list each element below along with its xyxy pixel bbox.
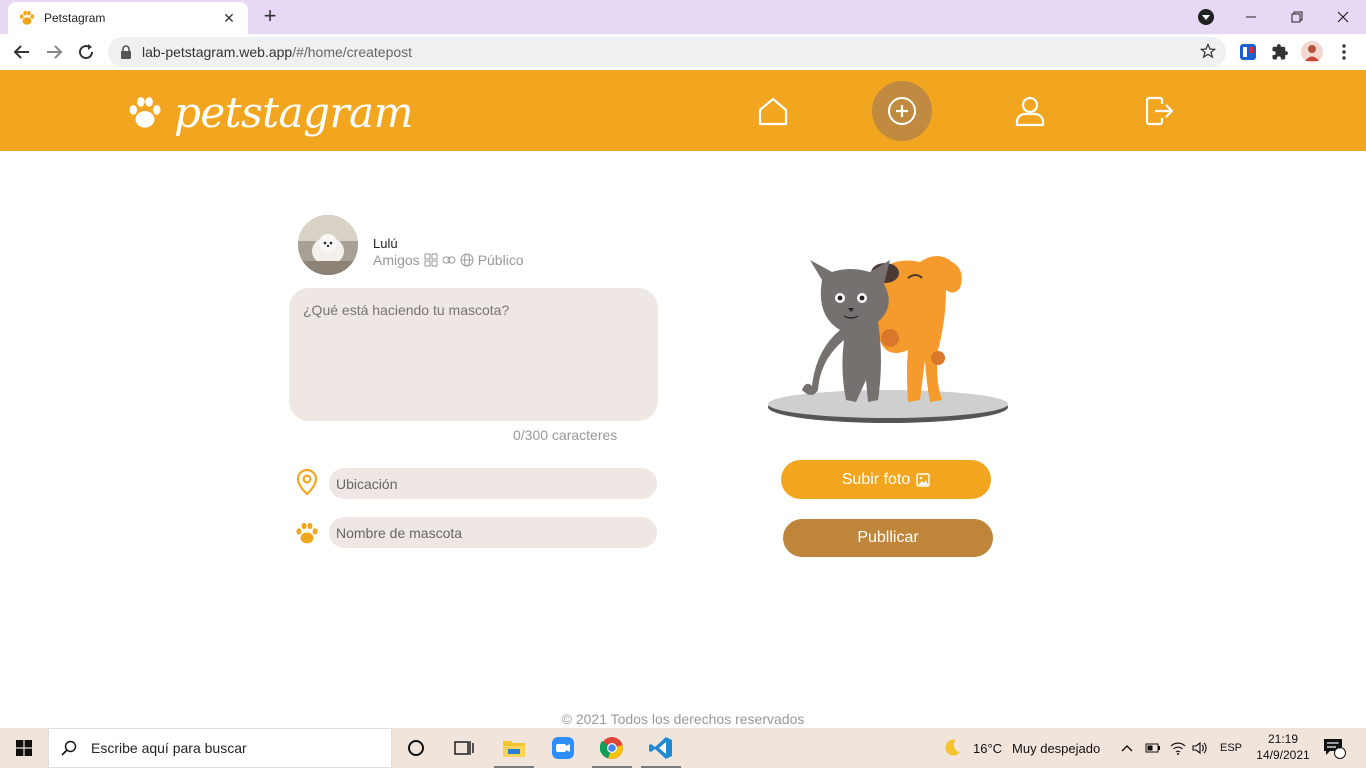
file-explorer-button[interactable] [490,728,538,768]
image-icon [916,472,930,487]
tray-chevron-icon[interactable] [1120,728,1134,768]
weather-widget[interactable]: 16°C Muy despejado [942,728,1100,768]
user-icon [1015,96,1045,126]
search-icon [61,740,77,756]
volume-icon[interactable] [1192,728,1208,768]
zoom-button[interactable] [539,728,587,768]
brand-wordmark: petstagram [174,88,413,137]
moon-icon [945,739,960,756]
notification-icon [1324,739,1346,759]
location-pin-icon [293,468,321,496]
clock-date: 14/9/2021 [1256,748,1310,762]
clock-time: 21:19 [1267,732,1299,746]
tab-title: Petstagram [44,11,106,25]
add-circle-icon [888,96,916,125]
user-avatar [298,215,358,275]
link-icon [442,256,456,264]
close-tab-icon[interactable]: ✕ [220,10,238,27]
nav-home[interactable] [743,70,803,151]
address-bar[interactable]: lab-petstagram.web.app/#/home/createpost [108,37,1226,67]
forward-button[interactable] [40,38,68,66]
lock-icon [121,45,131,59]
post-description-input[interactable] [289,288,658,421]
privacy-selector[interactable]: Amigos Público [373,252,524,268]
windows-taskbar: Escribe aquí para buscar 16°C Muy despej… [0,728,1366,768]
taskbar-search[interactable]: Escribe aquí para buscar [48,728,392,768]
zoom-icon [552,737,574,759]
pet-name-input[interactable] [329,517,657,548]
logout-icon [1145,96,1174,125]
vscode-button[interactable] [637,728,685,768]
windows-logo-icon [16,740,32,756]
globe-icon [460,253,474,267]
tab-search-icon[interactable] [1198,9,1214,25]
folder-icon [503,741,525,757]
search-placeholder: Escribe aquí para buscar [91,740,247,756]
puzzle-extensions-icon[interactable] [1268,40,1292,64]
paw-icon [293,519,321,547]
browser-tab-strip: Petstagram ✕ + [0,0,1366,34]
cortana-circle-icon [408,740,424,756]
character-counter: 0/300 caracteres [513,427,618,443]
minimize-button[interactable] [1228,0,1274,34]
task-view-icon [454,741,474,755]
nav-create-post[interactable] [872,70,932,151]
window-controls [1228,0,1366,34]
paw-logo-icon [129,96,161,128]
upload-photo-label: Subir foto [841,470,911,488]
system-clock[interactable]: 21:19 14/9/2021 [1250,731,1316,763]
publish-label: Publlicar [857,529,919,546]
browser-toolbar: lab-petstagram.web.app/#/home/createpost [0,34,1366,70]
weather-temperature: 16°C [973,740,1003,756]
chrome-icon [600,737,623,760]
chrome-menu-icon[interactable] [1332,40,1356,64]
notification-center-button[interactable]: 4 [1322,728,1346,768]
privacy-option-public[interactable]: Público [478,252,524,268]
close-window-button[interactable] [1320,0,1366,34]
privacy-option-friends[interactable]: Amigos [373,252,420,268]
nav-profile[interactable] [1000,70,1060,151]
new-tab-button[interactable]: + [258,5,282,29]
vscode-icon [649,737,672,759]
brand-logo[interactable]: petstagram [126,88,413,137]
app-header: petstagram [0,70,1366,151]
publish-button[interactable]: Publlicar [783,519,993,557]
nav-logout[interactable] [1129,70,1189,151]
windows-start-button[interactable] [0,728,48,768]
wifi-icon[interactable] [1170,728,1186,768]
task-view-button[interactable] [440,728,488,768]
cat-and-dog-illustration [768,256,1008,423]
notification-count: 4 [1336,741,1342,752]
chrome-button[interactable] [588,728,636,768]
page-footer: © 2021 Todos los derechos reservados [561,711,805,727]
restore-button[interactable] [1274,0,1320,34]
reload-button[interactable] [72,38,100,66]
browser-tab[interactable]: Petstagram ✕ [8,2,248,34]
user-name: Lulú [373,236,398,251]
friends-icon [424,253,438,267]
extension-icon[interactable] [1236,40,1260,64]
bookmark-star-icon[interactable] [1200,43,1216,59]
cortana-button[interactable] [392,728,440,768]
input-language[interactable]: ESP [1220,728,1242,768]
upload-photo-button[interactable]: Subir foto [781,460,991,499]
profile-avatar[interactable] [1300,40,1324,64]
location-input[interactable] [329,468,657,499]
battery-icon[interactable] [1145,728,1161,768]
paw-favicon-icon [19,10,35,25]
back-button[interactable] [8,38,36,66]
weather-description: Muy despejado [1012,740,1101,756]
url-text: lab-petstagram.web.app/#/home/createpost [142,44,413,60]
home-icon [758,97,788,125]
